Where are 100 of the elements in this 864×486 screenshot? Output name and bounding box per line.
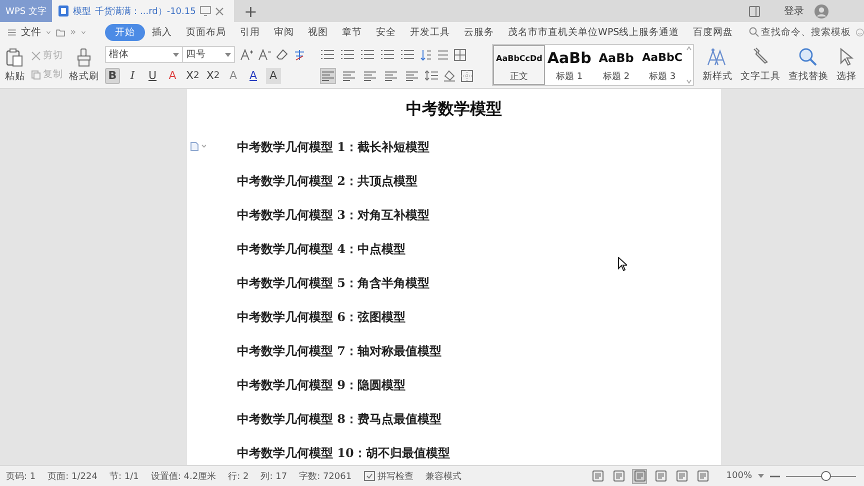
window-icon[interactable]: [749, 6, 760, 16]
style-option[interactable]: AaBbCcDd 正文: [493, 45, 546, 85]
status-item: 页码: 1: [6, 470, 36, 482]
document-line: 中考数学几何模型 8：费马点最值模型: [237, 411, 442, 428]
page-view-icon: [634, 470, 646, 482]
page-view-icon: [696, 470, 709, 482]
paste-button[interactable]: 粘贴: [5, 48, 25, 82]
smiley-icon[interactable]: [856, 26, 864, 38]
scissors-icon: [31, 50, 41, 60]
ribbon-tab[interactable]: 开发工具: [403, 24, 458, 40]
close-icon[interactable]: [214, 6, 224, 16]
gallery-scroll-icon[interactable]: [686, 45, 692, 85]
caret-icon[interactable]: [758, 474, 764, 478]
ribbon-tab[interactable]: 百度网盘: [686, 24, 740, 40]
font-name-dropdown[interactable]: 楷体: [105, 46, 183, 63]
ribbon-tab[interactable]: 章节: [335, 24, 370, 40]
list-icon[interactable]: [340, 49, 355, 60]
tool-button[interactable]: 新样式: [702, 47, 732, 83]
font-size-dropdown[interactable]: 四号: [182, 46, 235, 63]
compat-mode-label: 兼容模式: [426, 470, 462, 482]
clipboard-icon: [6, 48, 24, 66]
grow-font-icon[interactable]: [240, 48, 253, 60]
ribbon-tab[interactable]: 引用: [233, 24, 268, 40]
sort-icon[interactable]: [420, 48, 432, 60]
view-button[interactable]: [611, 468, 626, 484]
new-tab-button[interactable]: +: [234, 0, 268, 22]
status-item: 页面: 1/224: [48, 470, 98, 482]
tool-button[interactable]: 选择: [836, 47, 856, 83]
view-button[interactable]: [632, 468, 648, 484]
avatar-icon[interactable]: [814, 4, 829, 18]
folder-icon[interactable]: [56, 26, 65, 38]
style-option[interactable]: AaBb 标题 2: [593, 45, 640, 85]
paragraph-icon[interactable]: [190, 142, 206, 151]
align-button[interactable]: [320, 68, 336, 84]
list-icon[interactable]: [400, 49, 415, 60]
tool-button[interactable]: 文字工具: [740, 47, 780, 83]
document-line: 中考数学几何模型 10：胡不归最值模型: [237, 445, 450, 462]
status-item: 设置值: 4.2厘米: [150, 470, 216, 482]
view-button[interactable]: [590, 468, 606, 484]
shrink-font-icon[interactable]: [258, 48, 271, 60]
letters-icon: [707, 47, 728, 67]
window-icon[interactable]: [200, 6, 211, 16]
document-line: 中考数学几何模型 9：隐圆模型: [237, 377, 406, 394]
spacing-icon[interactable]: [437, 48, 449, 60]
page-view-icon: [592, 470, 604, 482]
ribbon-tab[interactable]: 插入: [145, 24, 180, 40]
zoom-slider-thumb[interactable]: [820, 471, 830, 481]
zoom-out-icon[interactable]: [770, 474, 780, 478]
document-icon: [58, 5, 69, 17]
format-painter-button[interactable]: 格式刷: [69, 48, 99, 82]
spell-check-button[interactable]: 拼写检查: [364, 470, 414, 482]
align-icon: [364, 70, 376, 80]
format-button[interactable]: A: [165, 68, 180, 84]
status-item: 行: 2: [228, 470, 249, 482]
document-line: 中考数学几何模型 1：截长补短模型: [237, 139, 430, 156]
zoom-slider[interactable]: [786, 471, 856, 481]
format-button[interactable]: I: [125, 68, 140, 84]
file-menu[interactable]: 文件: [20, 25, 41, 39]
align-icon: [385, 70, 397, 80]
view-button[interactable]: [674, 468, 690, 484]
page-view-icon: [676, 470, 688, 482]
document-title: 中考数学模型: [405, 99, 503, 120]
ribbon-tab[interactable]: 安全: [369, 24, 404, 40]
ribbon-tab[interactable]: 茂名市市直机关单位WPS线上服务通道: [501, 24, 686, 40]
list-icon[interactable]: [360, 49, 375, 60]
ribbon-tab[interactable]: 审阅: [267, 24, 302, 40]
copy-icon: [31, 70, 41, 80]
list-icon[interactable]: [380, 49, 395, 60]
document-tab[interactable]: 模型 千货满满：...rd）-10.15: [52, 0, 234, 22]
tool-button[interactable]: 查找替换: [788, 47, 828, 83]
search-icon: [798, 47, 818, 67]
menu-icon[interactable]: [8, 28, 16, 36]
document-line: 中考数学几何模型 3：对角互补模型: [237, 207, 430, 224]
eraser-icon[interactable]: [276, 48, 288, 60]
ribbon-tab[interactable]: 云服务: [457, 24, 502, 40]
format-button[interactable]: U: [145, 68, 160, 84]
document-line: 中考数学几何模型 4：中点模型: [237, 241, 406, 258]
search-icon: [749, 27, 760, 37]
phonetic-icon[interactable]: [293, 48, 306, 60]
style-option[interactable]: AaBbC 标题 3: [639, 45, 686, 85]
search-field[interactable]: 查找命令、搜索模板: [749, 26, 852, 38]
format-button[interactable]: A: [246, 68, 261, 84]
style-option[interactable]: AaBb 标题 1: [545, 45, 594, 85]
login-link[interactable]: 登录: [784, 4, 804, 18]
table-icon[interactable]: [454, 48, 466, 60]
format-button[interactable]: A: [266, 68, 281, 84]
border-icon[interactable]: [461, 70, 473, 82]
view-button[interactable]: [695, 468, 710, 484]
status-item: 节: 1/1: [109, 470, 139, 482]
ribbon-tab[interactable]: 页面布局: [179, 24, 234, 40]
zoom-level[interactable]: 100%: [726, 471, 752, 481]
shading-icon[interactable]: [443, 70, 456, 82]
status-item: 字数: 72061: [299, 470, 352, 482]
document-line: 中考数学几何模型 7：轴对称最值模型: [237, 343, 442, 360]
ribbon-tab[interactable]: 视图: [301, 24, 336, 40]
format-button[interactable]: B: [105, 68, 120, 84]
view-button[interactable]: [653, 468, 668, 484]
line-spacing-icon[interactable]: [425, 70, 438, 81]
list-icon[interactable]: [320, 49, 335, 60]
caret-icon: [81, 30, 86, 34]
